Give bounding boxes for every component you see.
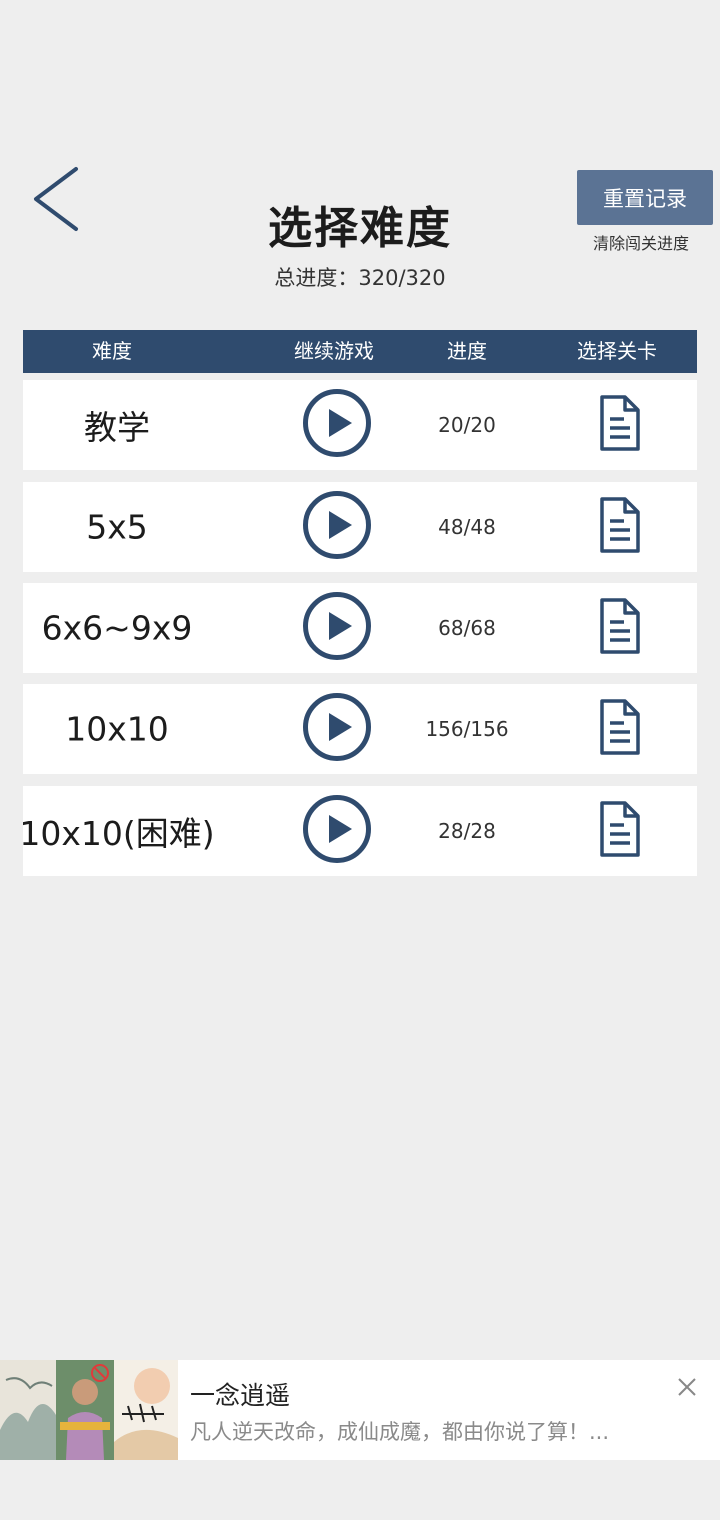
- table-row: 10x10 156/156: [23, 684, 697, 774]
- reset-record-button[interactable]: 重置记录: [577, 170, 713, 225]
- difficulty-name: 教学: [84, 408, 150, 447]
- header-continue: 继续游戏: [294, 339, 374, 363]
- ad-banner[interactable]: 一念逍遥 凡人逆天改命，成仙成魔，都由你说了算！...: [0, 1360, 720, 1460]
- play-circle-icon[interactable]: [302, 794, 372, 864]
- select-level-button[interactable]: [598, 394, 642, 456]
- difficulty-name: 10x10(困难): [19, 814, 215, 853]
- select-level-button[interactable]: [598, 698, 642, 760]
- play-circle-icon[interactable]: [302, 591, 372, 661]
- header-difficulty: 难度: [92, 339, 132, 363]
- ad-description[interactable]: 凡人逆天改命，成仙成魔，都由你说了算！...: [190, 1416, 670, 1446]
- progress-value: 68/68: [438, 616, 496, 640]
- difficulty-name: 5x5: [86, 507, 148, 547]
- document-icon[interactable]: [598, 597, 642, 655]
- continue-game-button[interactable]: [302, 591, 372, 665]
- document-icon[interactable]: [598, 800, 642, 858]
- progress-value: 48/48: [438, 515, 496, 539]
- select-level-button[interactable]: [598, 597, 642, 659]
- play-circle-icon[interactable]: [302, 388, 372, 458]
- header-select-level: 选择关卡: [577, 339, 657, 363]
- select-level-button[interactable]: [598, 496, 642, 558]
- difficulty-name: 6x6~9x9: [41, 608, 193, 648]
- close-icon: [678, 1378, 696, 1396]
- table-header: 难度 继续游戏 进度 选择关卡: [23, 330, 697, 373]
- play-circle-icon[interactable]: [302, 490, 372, 560]
- ad-title[interactable]: 一念逍遥: [190, 1376, 290, 1412]
- ad-close-button[interactable]: [674, 1374, 700, 1400]
- difficulty-name: 10x10: [65, 709, 169, 749]
- continue-game-button[interactable]: [302, 692, 372, 766]
- progress-value: 28/28: [438, 819, 496, 843]
- reset-hint-label: 清除闯关进度: [592, 234, 689, 253]
- table-row: 教学 20/20: [23, 380, 697, 470]
- table-row: 5x5 48/48: [23, 482, 697, 572]
- document-icon[interactable]: [598, 394, 642, 452]
- play-circle-icon[interactable]: [302, 692, 372, 762]
- select-level-button[interactable]: [598, 800, 642, 862]
- progress-value: 156/156: [425, 717, 509, 741]
- header-progress: 进度: [447, 339, 487, 363]
- continue-game-button[interactable]: [302, 388, 372, 462]
- table-row: 10x10(困难) 28/28: [19, 786, 697, 876]
- table-row: 6x6~9x9 68/68: [23, 583, 697, 673]
- ad-image[interactable]: [0, 1360, 178, 1460]
- continue-game-button[interactable]: [302, 490, 372, 564]
- document-icon[interactable]: [598, 698, 642, 756]
- document-icon[interactable]: [598, 496, 642, 554]
- progress-value: 20/20: [438, 413, 496, 437]
- total-progress: 总进度：320/320: [274, 266, 446, 290]
- continue-game-button[interactable]: [302, 794, 372, 868]
